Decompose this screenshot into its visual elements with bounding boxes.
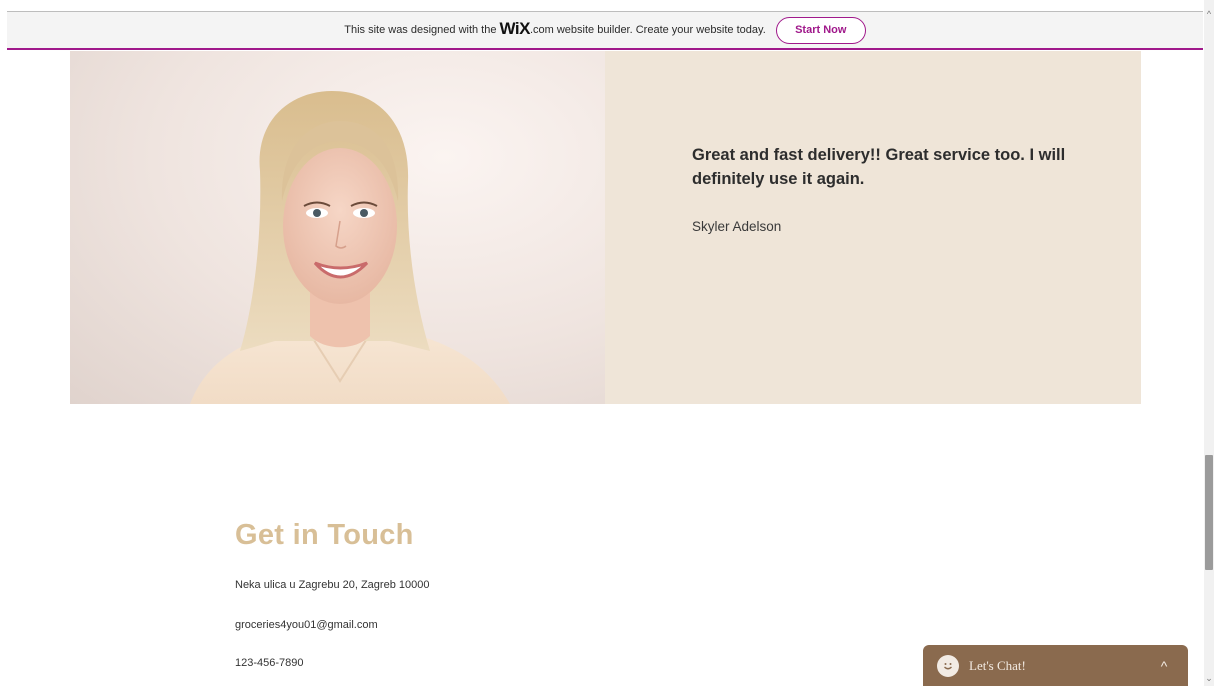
woman-portrait-image (190, 91, 510, 404)
chat-widget[interactable]: Let's Chat! ^ (923, 645, 1188, 686)
wix-banner-text-after: .com website builder. Create your websit… (529, 24, 766, 36)
page: This site was designed with the WiX .com … (0, 0, 1214, 686)
window-top-edge (0, 0, 1204, 10)
scroll-thumb[interactable] (1205, 455, 1213, 570)
testimonial-quote-panel: Great and fast delivery!! Great service … (605, 51, 1141, 404)
contact-address: Neka ulica u Zagrebu 20, Zagreb 10000 (235, 579, 430, 591)
contact-email[interactable]: groceries4you01@gmail.com (235, 619, 378, 631)
start-now-button[interactable]: Start Now (775, 16, 866, 44)
chat-label: Let's Chat! (969, 657, 1026, 673)
testimonial-section: Great and fast delivery!! Great service … (70, 51, 1141, 404)
wix-promo-banner: This site was designed with the WiX .com … (7, 11, 1203, 50)
contact-phone: 123-456-7890 (235, 657, 304, 669)
scroll-up-arrow-icon[interactable]: ^ (1204, 8, 1214, 20)
page-scrollbar[interactable]: ^ ⌄ (1204, 0, 1214, 686)
wix-banner-text-before: This site was designed with the (344, 24, 497, 36)
testimonial-photo (70, 51, 605, 404)
testimonial-author: Skyler Adelson (692, 219, 782, 234)
wix-logo[interactable]: WiX (499, 19, 530, 39)
testimonial-quote: Great and fast delivery!! Great service … (692, 146, 1066, 188)
smile-icon (937, 654, 959, 677)
scroll-down-arrow-icon[interactable]: ⌄ (1204, 672, 1214, 684)
chevron-up-icon[interactable]: ^ (1154, 658, 1174, 674)
contact-title: Get in Touch (235, 519, 414, 551)
wix-banner-text: This site was designed with the WiX .com … (344, 19, 766, 40)
